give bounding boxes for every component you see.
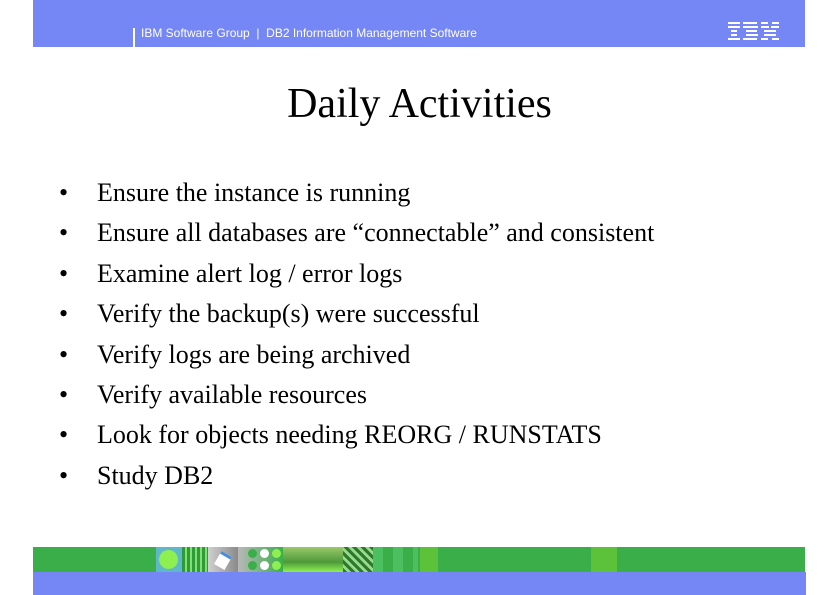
bullet-icon: • — [59, 299, 69, 329]
tile-dots — [238, 547, 283, 572]
footer-band — [33, 572, 806, 595]
bullet-item: • Verify the backup(s) were successful — [45, 296, 654, 336]
slide-title: Daily Activities — [287, 81, 552, 127]
bullet-icon: • — [59, 379, 69, 409]
bullet-icon: • — [59, 339, 69, 369]
tile-checker — [373, 547, 418, 572]
bullet-icon: • — [59, 178, 69, 207]
bullet-item: • Ensure all databases are “connectable” … — [45, 215, 654, 255]
bullet-item: • Examine alert log / error logs — [45, 256, 654, 296]
tile-leaves — [343, 547, 373, 572]
bullet-item: • Look for objects needing REORG / RUNSTA… — [45, 417, 654, 457]
bullet-item: • Verify available resources — [45, 377, 654, 417]
tile-diamond — [208, 547, 238, 572]
footer-image-strip — [33, 547, 805, 572]
bullet-item: • Study DB2 — [45, 458, 654, 498]
bullet-icon: • — [59, 258, 69, 288]
bullet-icon: • — [59, 420, 69, 450]
ibm-logo-icon — [728, 22, 779, 40]
tile-landscape — [283, 547, 343, 572]
tile-lime-2 — [591, 547, 617, 572]
bullet-list: • Ensure the instance is running • Ensure … — [45, 175, 654, 498]
header-text: IBM Software Group | DB2 Information Man… — [141, 26, 477, 40]
tile-stripes — [182, 547, 208, 572]
tile-circle — [156, 547, 182, 572]
bullet-icon: • — [59, 460, 69, 490]
bullet-icon: • — [59, 218, 69, 248]
bullet-item: • Verify logs are being archived — [45, 337, 654, 377]
header-divider — [133, 28, 135, 47]
tile-lime-1 — [420, 547, 438, 572]
bullet-item: • Ensure the instance is running — [45, 175, 654, 215]
